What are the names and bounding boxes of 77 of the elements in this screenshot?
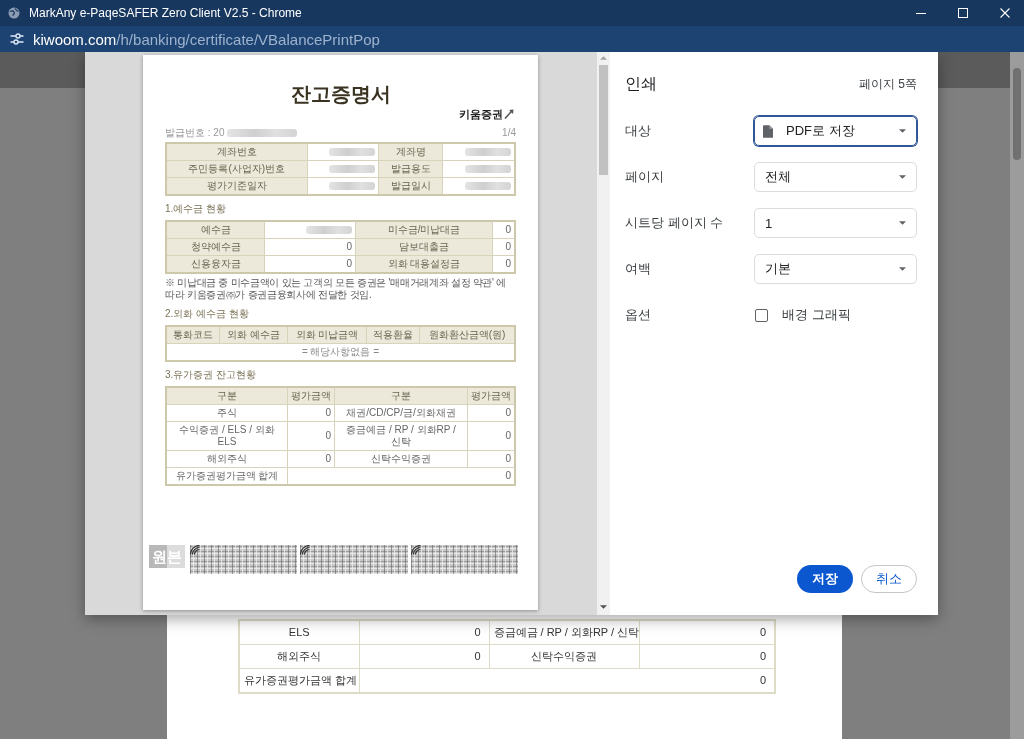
table-cell: 주식: [166, 404, 288, 422]
page-number: 1/4: [502, 127, 516, 139]
table-cell: 해외주식: [166, 450, 288, 468]
table-cell: 0: [359, 620, 489, 645]
page-scrollbar[interactable]: [1010, 52, 1024, 739]
footnote: ※ 미납대금 중 미수금액이 있는 고객의 모든 증권은 '매매거래계좌 설정 약관' 에 따라 키움증권㈜가 증권금융회사에 전달한 것임.: [165, 277, 507, 301]
dropdown-select[interactable]: 기본: [754, 254, 917, 284]
blurred-value: [306, 226, 353, 235]
blurred-value: [465, 182, 511, 191]
issue-number: 발급번호 : 20: [165, 127, 225, 139]
scroll-down-icon[interactable]: [600, 605, 607, 609]
table-cell: 채권/CD/CP/금/외화채권: [334, 404, 468, 422]
secondary-button[interactable]: 취소: [861, 565, 917, 593]
close-icon[interactable]: [1000, 8, 1010, 18]
table-cell: ELS: [239, 620, 359, 645]
table-cell: 0: [287, 450, 335, 468]
table-header-cell: 평가금액: [467, 387, 515, 405]
table-cell: 0: [359, 644, 489, 669]
primary-button[interactable]: 저장: [797, 565, 853, 593]
section-title: 3.유가증권 잔고현황: [165, 369, 258, 381]
original-stamp: 원본: [149, 545, 185, 568]
arrow-icon: [504, 109, 514, 119]
table-header-cell: 구분: [334, 387, 468, 405]
setting-label: 대상: [625, 122, 652, 140]
table-cell: 0: [287, 421, 335, 451]
table-cell: 증금예금 / RP / 외화RP / 신탁: [334, 421, 468, 451]
checkbox[interactable]: [755, 308, 768, 322]
table-header-cell: 통화코드: [166, 326, 220, 344]
table-header-cell: 미수금/미납대금: [355, 221, 493, 239]
setting-label: 페이지: [625, 168, 665, 186]
table-cell: 신탁수익증권: [334, 450, 468, 468]
table-header-cell: 계좌명: [378, 143, 443, 161]
blurred-value: [329, 182, 376, 191]
caret-icon: [899, 221, 906, 225]
table-header-cell: 계좌번호: [166, 143, 308, 161]
table-header-cell: 원화환산금액(원): [419, 326, 515, 344]
dropdown-select[interactable]: 전체: [754, 162, 917, 192]
blurred-value: [329, 148, 376, 157]
table-cell: 0: [264, 238, 356, 256]
blurred-value: [465, 148, 511, 157]
document-title: 잔고증명서: [289, 82, 392, 106]
checkbox-label[interactable]: 배경 그래픽: [782, 306, 851, 324]
setting-label: 옵션: [625, 306, 652, 324]
table-header-cell: 적용환율: [366, 326, 420, 344]
logo-text: 키움증권: [459, 107, 503, 121]
scrollbar-thumb[interactable]: [1013, 68, 1021, 160]
table-cell: 증금예금 / RP / 외화RP / 신탁: [489, 620, 639, 645]
blurred-value: [465, 165, 511, 174]
section-title: 2.외화 예수금 현황: [165, 308, 250, 320]
dropdown-select[interactable]: PDF로 저장: [754, 116, 917, 146]
dropdown-select[interactable]: 1: [754, 208, 917, 238]
site-settings-icon[interactable]: [10, 33, 24, 45]
table-cell: 수익증권 / ELS / 외화 ELS: [166, 421, 288, 451]
caret-icon: [899, 267, 906, 271]
window-title: MarkAny e-PaqeSAFER Zero Client V2.5 - Chrome: [29, 6, 302, 20]
table-header-cell: 예수금: [166, 221, 265, 239]
caret-icon: [899, 129, 906, 133]
scrollbar-thumb[interactable]: [599, 65, 608, 175]
url-text[interactable]: kiwoom.com/h/banking/certificate/VBalancePrintPop: [33, 30, 380, 48]
maximize-icon[interactable]: [958, 8, 968, 18]
preview-scrollbar[interactable]: [597, 52, 610, 615]
table-header-cell: 평가금액: [287, 387, 335, 405]
table-header-cell: 외화 예수금: [219, 326, 288, 344]
caret-icon: [899, 175, 906, 179]
setting-label: 여백: [625, 260, 652, 278]
file-icon: [763, 124, 773, 138]
blurred-value: [329, 165, 376, 174]
section-title: 1.예수금 현황: [165, 203, 228, 215]
table-header-cell: 외화 미납금액: [287, 326, 367, 344]
table-cell: 0: [287, 404, 335, 422]
globe-icon: [8, 7, 20, 19]
table-cell: 해외주식: [239, 644, 359, 669]
table-header-cell: 구분: [166, 387, 288, 405]
table-cell: 신탁수익증권: [489, 644, 639, 669]
page-count: 페이지 5쪽: [859, 75, 917, 93]
dialog-title: 인쇄: [625, 73, 657, 94]
setting-label: 시트당 페이지 수: [625, 214, 725, 232]
